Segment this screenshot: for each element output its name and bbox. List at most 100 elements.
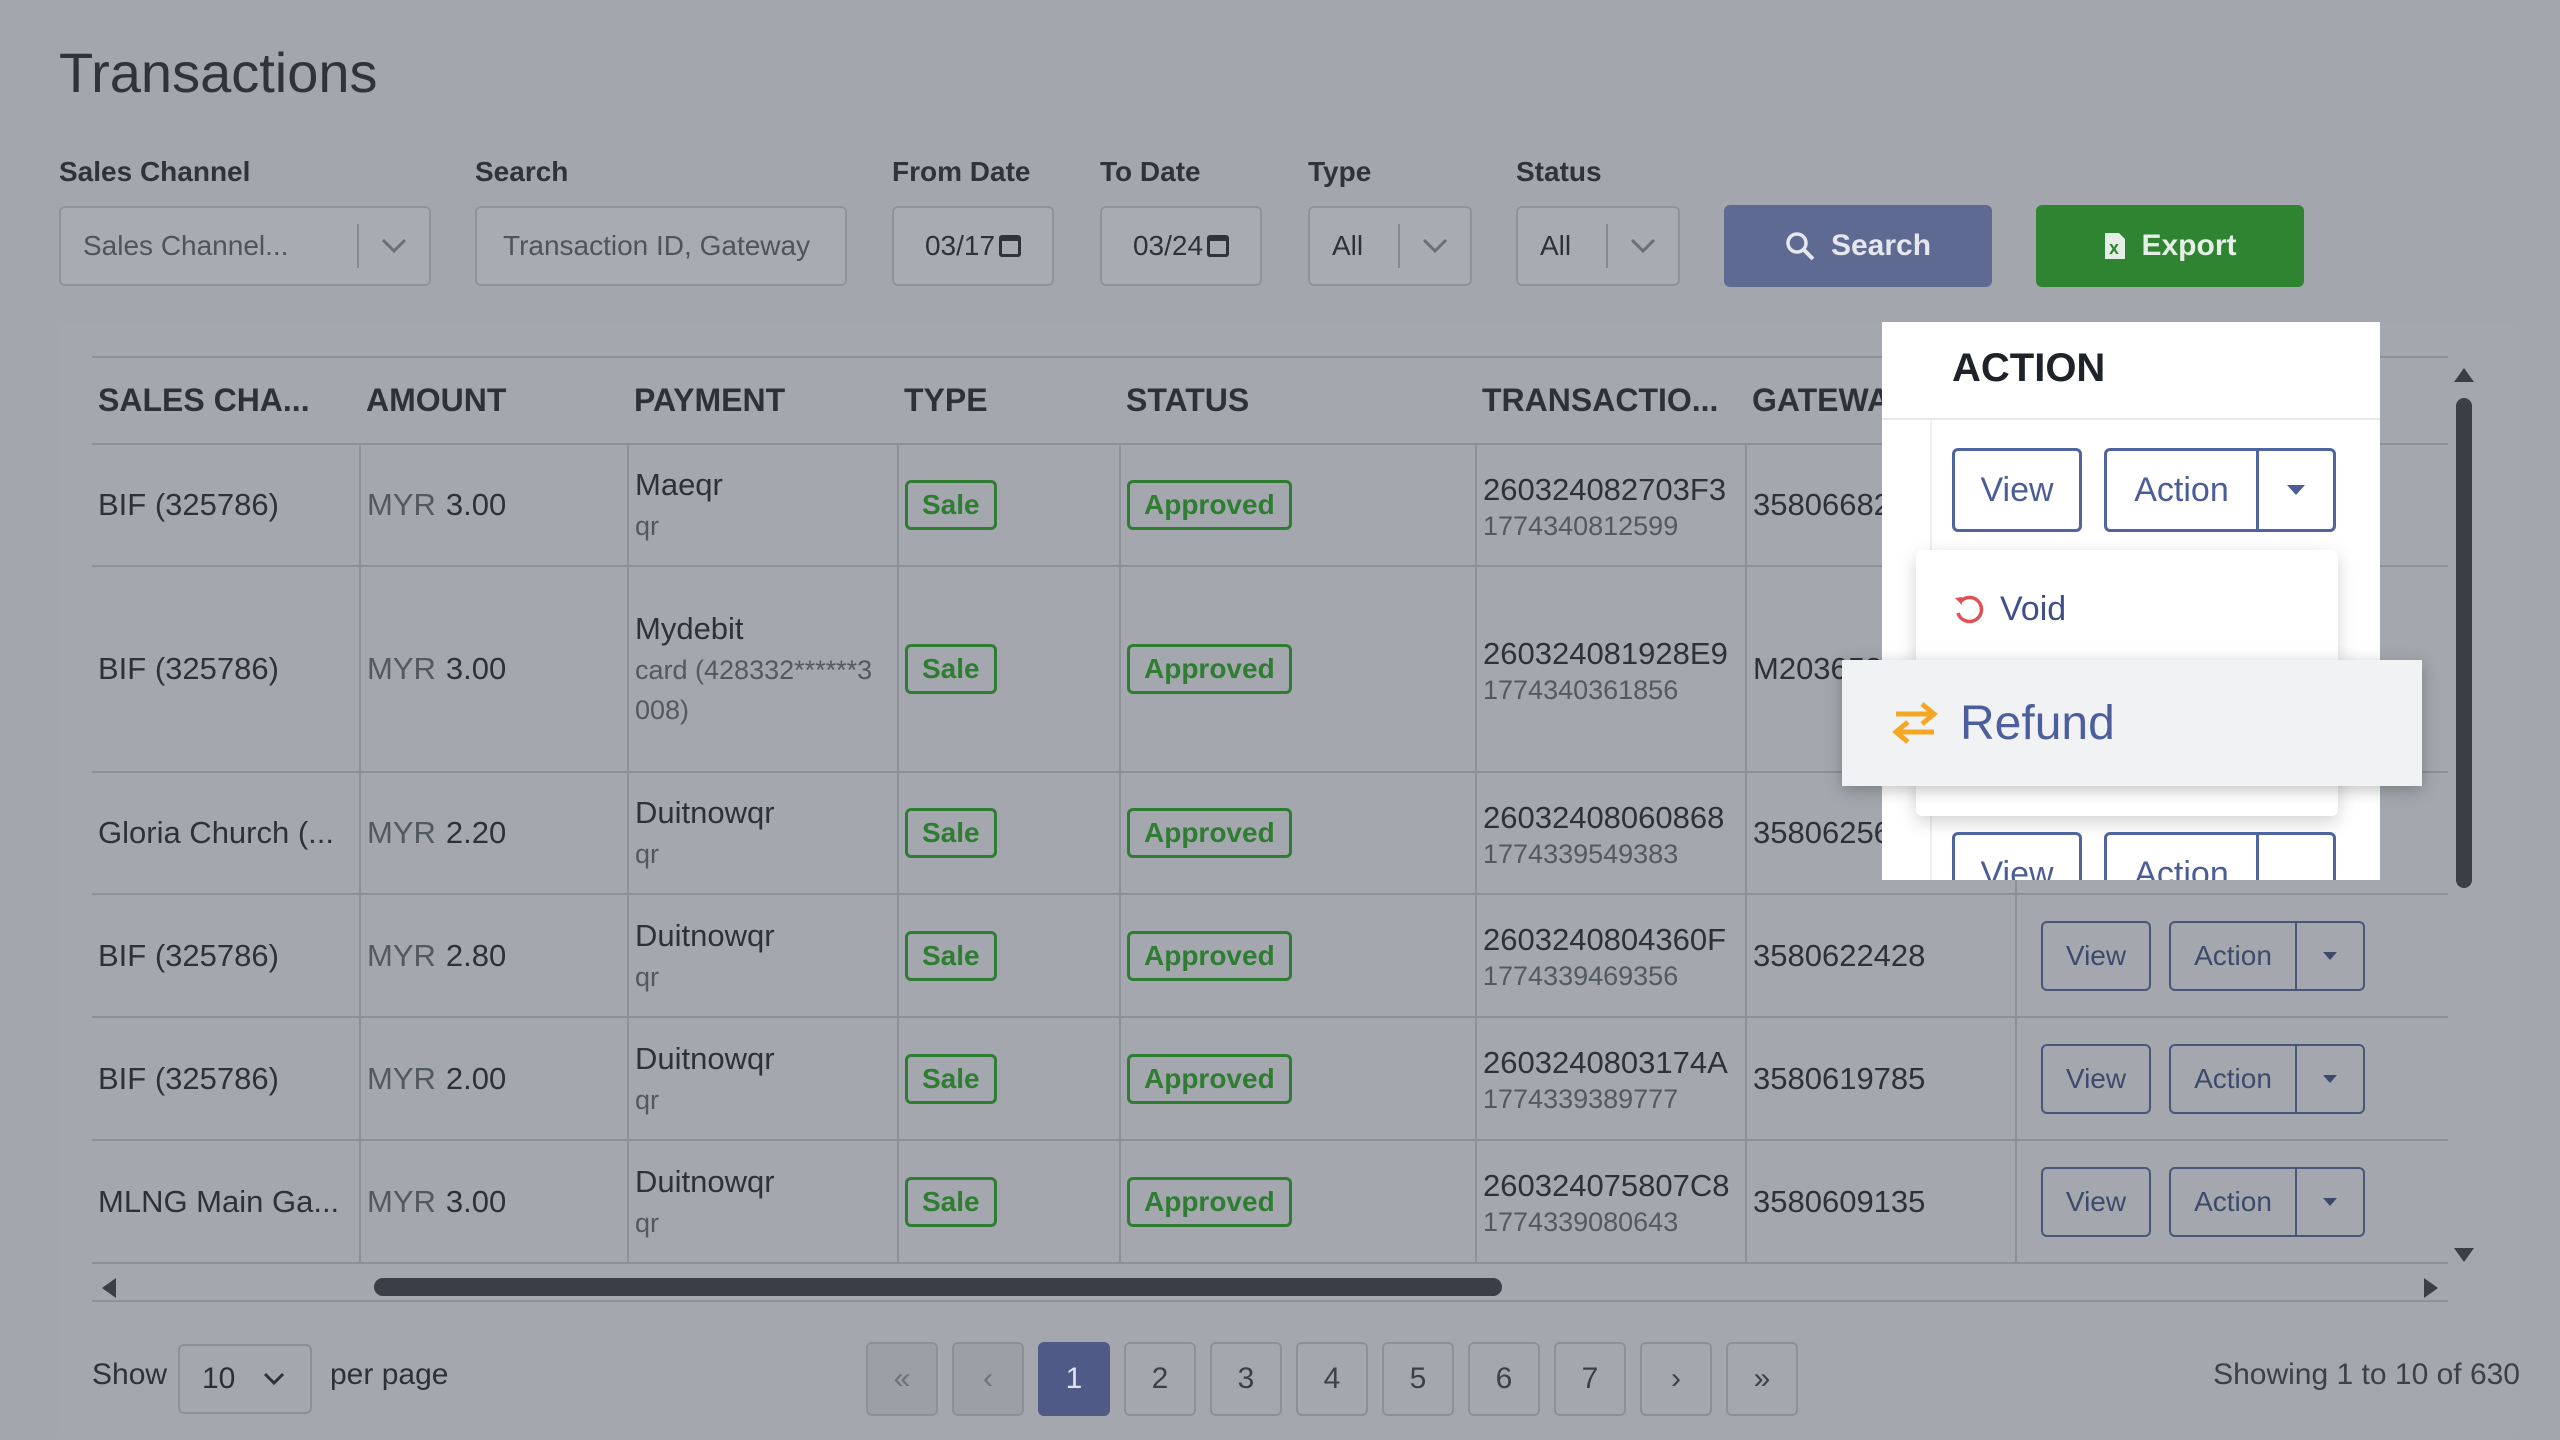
view-button[interactable]: View [2041,920,2151,991]
cell-status: Approved [1119,566,1476,773]
page-last[interactable]: » [1726,1342,1798,1416]
from-date-input[interactable]: 03/17 [892,206,1054,286]
scroll-left-icon[interactable] [102,1278,116,1298]
cell-gateway: 3580619785 [1745,1017,2016,1141]
scroll-down-icon[interactable] [2454,1248,2474,1262]
search-button[interactable]: Search [1724,205,1992,287]
view-button[interactable]: View [2041,1043,2151,1114]
status-badge: Approved [1127,1053,1292,1104]
col-sales-channel[interactable]: SALES CHA... [92,358,360,445]
cell-amount: MYR 3.00 [359,444,628,567]
cell-transaction: 26032408060868 1774339549383 [1475,772,1746,895]
cell-gateway: 3580622428 [1745,894,2016,1018]
action-split-button[interactable]: Action [2169,920,2365,991]
cell-actions: View Action [2015,894,2448,1018]
type-badge: Sale [905,1053,997,1104]
cell-transaction: 2603240804360F 1774339469356 [1475,894,1746,1018]
action-dropdown-toggle[interactable] [2297,1169,2363,1235]
view-button[interactable]: View [2041,1166,2151,1237]
scroll-up-icon[interactable] [2454,368,2474,382]
cell-payment: Maeqr qr [627,444,898,567]
cell-payment: Duitnowqr qr [627,1140,898,1264]
action-split-button[interactable]: Action [2104,832,2336,880]
search-label: Search [475,156,569,187]
action-button[interactable]: Action [2107,451,2259,529]
col-transaction[interactable]: TRANSACTIO... [1476,358,1746,445]
action-dropdown-toggle[interactable] [2259,451,2333,529]
action-split-button[interactable]: Action [2104,448,2336,532]
scroll-right-icon[interactable] [2424,1278,2438,1298]
cell-status: Approved [1119,1140,1476,1264]
action-split-button[interactable]: Action [2169,1166,2365,1237]
status-badge: Approved [1127,930,1292,981]
cell-actions: View Action [2015,1017,2448,1141]
to-date-input[interactable]: 03/24 [1100,206,1262,286]
horizontal-scroll-thumb[interactable] [374,1278,1502,1296]
type-badge: Sale [905,480,997,530]
cell-channel: BIF (325786) [92,566,360,773]
action-popover: ACTION View Action Void View Action [1882,322,2380,880]
action-button[interactable]: Action [2171,1168,2297,1235]
action-split-button[interactable]: Action [2169,1043,2365,1114]
chevron-down-icon[interactable] [359,238,429,254]
status-select[interactable]: All [1516,206,1680,286]
type-select[interactable]: All [1308,206,1472,286]
action-button[interactable]: Action [2171,1045,2297,1112]
calendar-icon[interactable] [1207,235,1230,257]
action-button[interactable]: Action [2107,835,2259,880]
view-button[interactable]: View [1952,832,2082,880]
per-page-select[interactable]: 10 [178,1344,312,1414]
page-next[interactable]: › [1640,1342,1712,1416]
col-payment[interactable]: PAYMENT [628,358,898,445]
status-badge: Approved [1127,808,1292,858]
menu-item-refund-label: Refund [1960,696,2115,750]
chevron-down-icon [264,1372,285,1386]
search-icon [1786,232,1815,261]
type-label: Type [1308,156,1372,187]
page-1[interactable]: 1 [1038,1342,1110,1416]
page-3[interactable]: 3 [1210,1342,1282,1416]
export-button[interactable]: X Export [2036,205,2304,287]
table-row[interactable]: BIF (325786) MYR 2.80 Duitnowqr qr Sale Ap… [92,894,2448,1018]
status-value: All [1540,230,1572,261]
col-status[interactable]: STATUS [1120,358,1476,445]
cell-transaction: 260324081928E9 1774340361856 [1475,566,1746,773]
page-4[interactable]: 4 [1296,1342,1368,1416]
vertical-scroll-thumb[interactable] [2456,398,2472,888]
col-amount[interactable]: AMOUNT [360,358,628,445]
show-label: Show [92,1358,168,1391]
search-button-label: Search [1830,229,1932,262]
cell-amount: MYR 3.00 [359,1140,628,1264]
type-badge: Sale [905,1176,997,1227]
view-button[interactable]: View [1952,448,2082,532]
vertical-scrollbar[interactable] [2448,362,2480,1262]
to-date-label: To Date [1100,156,1201,187]
chevron-down-icon[interactable] [1608,238,1678,254]
page-5[interactable]: 5 [1382,1342,1454,1416]
caret-down-icon [2323,1074,2337,1083]
per-page-value: 10 [202,1362,236,1395]
sales-channel-select[interactable]: Sales Channel... [59,206,431,286]
page-2[interactable]: 2 [1124,1342,1196,1416]
table-row[interactable]: MLNG Main Ga... MYR 3.00 Duitnowqr qr Sale… [92,1140,2448,1264]
type-badge: Sale [905,808,997,858]
page-first[interactable]: « [866,1342,938,1416]
table-row[interactable]: BIF (325786) MYR 2.00 Duitnowqr qr Sale Ap… [92,1017,2448,1141]
calendar-icon[interactable] [999,235,1022,257]
page-7[interactable]: 7 [1554,1342,1626,1416]
action-button[interactable]: Action [2171,922,2297,989]
page-6[interactable]: 6 [1468,1342,1540,1416]
status-label: Status [1516,156,1602,187]
action-dropdown-toggle[interactable] [2297,923,2363,989]
col-type[interactable]: TYPE [898,358,1120,445]
page-prev[interactable]: ‹ [952,1342,1024,1416]
menu-item-void[interactable]: Void [1952,590,2066,629]
cell-channel: BIF (325786) [92,1017,360,1141]
menu-item-refund[interactable]: Refund [1842,660,2422,786]
cell-transaction: 260324082703F3 1774340812599 [1475,444,1746,567]
search-input[interactable]: Transaction ID, Gateway [475,206,847,286]
action-dropdown-toggle[interactable] [2297,1046,2363,1112]
chevron-down-icon[interactable] [1400,238,1470,254]
caret-down-icon [2323,1197,2337,1206]
horizontal-scrollbar[interactable] [92,1272,2448,1302]
